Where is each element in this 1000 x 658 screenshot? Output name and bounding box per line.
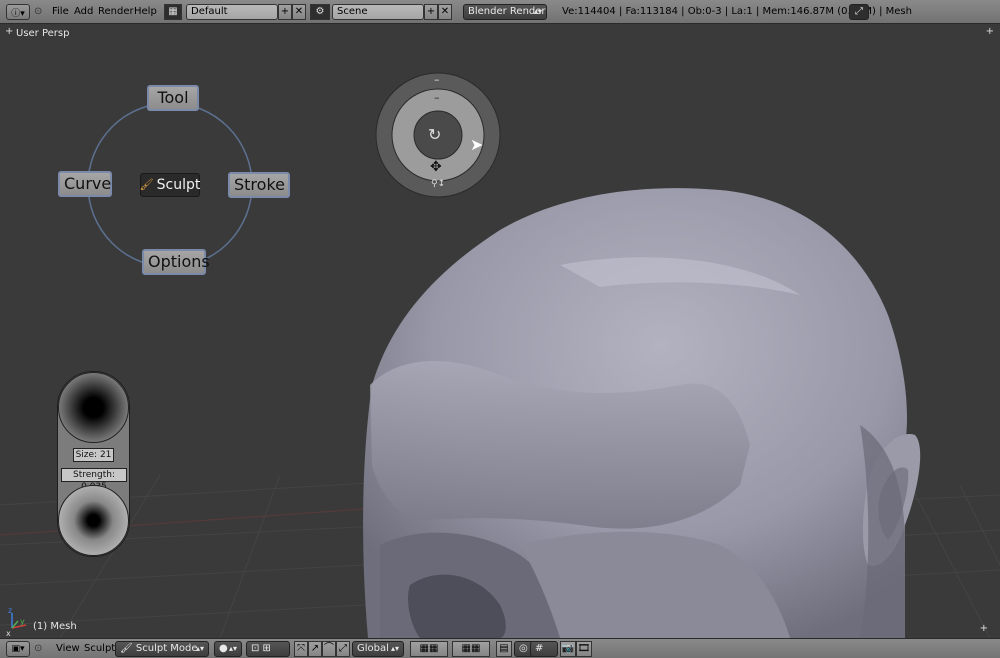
scale-icon: ⤢ — [339, 643, 347, 654]
arc-icon: ⌒ — [324, 643, 334, 654]
menu-view[interactable]: View — [56, 643, 80, 654]
lock-camera-button[interactable]: ▤ — [496, 641, 512, 657]
active-object-label: (1) Mesh — [33, 621, 77, 632]
translate-manipulator[interactable]: ↗ — [308, 641, 322, 657]
pie-center-sculpt: 🖌 Sculpt — [140, 173, 200, 197]
menu-help[interactable]: Help — [134, 6, 157, 17]
manipulator-icon: ⤧ — [297, 643, 305, 654]
brush-icon: 🖌 — [139, 178, 154, 191]
solid-shading-icon: ● — [219, 643, 228, 654]
sculpt-head-mesh — [363, 188, 921, 638]
orientation-label: Global — [357, 643, 389, 654]
mode-dropdown[interactable]: 🖌 Sculpt Mode ▴▾ — [115, 641, 209, 657]
close-icon: ✕ — [294, 6, 304, 17]
film-icon: 🎞 — [577, 643, 591, 654]
menu-file[interactable]: File — [52, 6, 69, 17]
camera-icon: 📷 — [561, 643, 575, 654]
render-animation-button[interactable]: 🎞 — [576, 641, 592, 657]
arrow-icon: ↗ — [310, 643, 320, 654]
scale-manipulator[interactable]: ⤢ — [336, 641, 350, 657]
screen-layout-field[interactable]: Default — [186, 4, 278, 20]
rotate-icon[interactable]: ↻ — [428, 125, 441, 144]
cube-icon: ▣▾ — [11, 644, 25, 654]
view-properties-toggle-icon[interactable]: + — [5, 26, 13, 37]
delete-screen-button[interactable]: ✕ — [292, 4, 306, 20]
viewport-shading-dropdown[interactable]: ● ▴▾ — [214, 641, 242, 657]
brush-panel: Size: 21 Strength: 0.035 — [57, 371, 130, 557]
menu-sculpt[interactable]: Sculpt — [84, 643, 115, 654]
rotate-manipulator[interactable]: ⌒ — [322, 641, 336, 657]
close-icon: ✕ — [440, 6, 450, 17]
svg-text:y: y — [20, 617, 25, 626]
brush-icon: 🖌 — [120, 643, 133, 654]
plus-icon: + — [426, 6, 436, 17]
view-perspective-label: User Persp — [16, 28, 70, 39]
dropdown-arrows-icon: ▴▾ — [390, 644, 399, 653]
dropdown-arrows-icon: ▴▾ — [195, 644, 204, 653]
plus-icon: + — [280, 6, 290, 17]
menu-render[interactable]: Render — [98, 6, 134, 17]
viewport-header-bar: ▣▾ ⊙ View Sculpt 🖌 Sculpt Mode ▴▾ ● ▴▾ ⊡… — [0, 638, 1000, 658]
render-opengl-button[interactable]: 📷 — [560, 641, 576, 657]
pie-curve-button[interactable]: Curve — [58, 171, 112, 197]
layout-grid-icon: ▦ — [168, 6, 178, 17]
lock-icon: ▤ — [499, 643, 509, 654]
delete-scene-button[interactable]: ✕ — [438, 4, 452, 20]
layers-icon: ▦▦ — [461, 643, 481, 654]
pie-center-label: Sculpt — [156, 177, 201, 193]
fullscreen-icon: ⤢ — [855, 6, 863, 17]
snap-grid-icon: # — [535, 643, 544, 654]
brush-strength-field[interactable]: Strength: 0.035 — [61, 468, 127, 492]
region-toggle-icon[interactable]: + — [980, 623, 988, 634]
3d-viewport[interactable]: z y x + User Persp + + (1) Mesh Tool Cur… — [0, 25, 1000, 638]
scene-browse-button[interactable]: ⚙ — [310, 4, 330, 20]
svg-text:z: z — [8, 606, 12, 615]
layers-group-1[interactable]: ▦▦ — [410, 641, 448, 657]
brush-size-preview[interactable] — [58, 372, 129, 443]
snap-dropdown[interactable]: # — [530, 641, 558, 657]
screen-layout-browse-button[interactable]: ▦ — [164, 4, 182, 20]
dropdown-arrows-icon: ▴▾ — [228, 644, 237, 653]
transform-orientation-dropdown[interactable]: Global ▴▾ — [352, 641, 404, 657]
pie-options-button[interactable]: Options — [142, 249, 210, 275]
axis-widget: z y x — [6, 606, 27, 638]
mouse-cursor-icon: ➤ — [470, 135, 484, 154]
pivot-icon: ⊡ ⊞ — [251, 643, 271, 654]
menu-add[interactable]: Add — [74, 6, 93, 17]
scene-field[interactable]: Scene — [332, 4, 424, 20]
fullscreen-toggle-button[interactable]: ⤢ — [849, 4, 869, 20]
pivot-point-dropdown[interactable]: ⊡ ⊞ — [246, 641, 290, 657]
render-engine-dropdown[interactable]: Blender Render ▴▾ — [463, 4, 547, 20]
zoom-icon[interactable]: ⚲↕ — [431, 179, 445, 189]
zoom-out-button[interactable]: – — [434, 73, 440, 86]
brush-strength-preview[interactable] — [58, 485, 129, 556]
tool-shelf-toggle-icon[interactable]: + — [986, 26, 994, 37]
mode-label: Sculpt Mode — [135, 643, 198, 654]
pie-stroke-button[interactable]: Stroke — [228, 172, 290, 198]
dolly-button[interactable]: – — [434, 91, 440, 104]
manipulator-toggle[interactable]: ⤧ — [294, 641, 308, 657]
proportional-icon: ◎ — [519, 643, 528, 654]
collapse-menu-icon[interactable]: ⊙ — [34, 6, 42, 17]
add-screen-button[interactable]: + — [278, 4, 292, 20]
scene-icon: ⚙ — [315, 6, 325, 17]
info-icon: ⓘ▾ — [11, 8, 25, 19]
info-editor-type-button[interactable]: ⓘ▾ — [6, 4, 30, 20]
dropdown-arrows-icon: ▴▾ — [533, 7, 542, 16]
top-header-bar: ⓘ▾ ⊙ File Add Render Help ▦ Default + ✕ … — [0, 0, 1000, 24]
layers-group-2[interactable]: ▦▦ — [452, 641, 490, 657]
pie-tool-button[interactable]: Tool — [147, 85, 199, 111]
collapse-menu-icon[interactable]: ⊙ — [34, 643, 42, 654]
move-icon[interactable]: ✥ — [430, 159, 442, 175]
brush-size-field[interactable]: Size: 21 — [73, 448, 114, 462]
3d-view-editor-type-button[interactable]: ▣▾ — [6, 641, 30, 657]
layers-icon: ▦▦ — [419, 643, 439, 654]
svg-text:x: x — [6, 629, 11, 638]
add-scene-button[interactable]: + — [424, 4, 438, 20]
